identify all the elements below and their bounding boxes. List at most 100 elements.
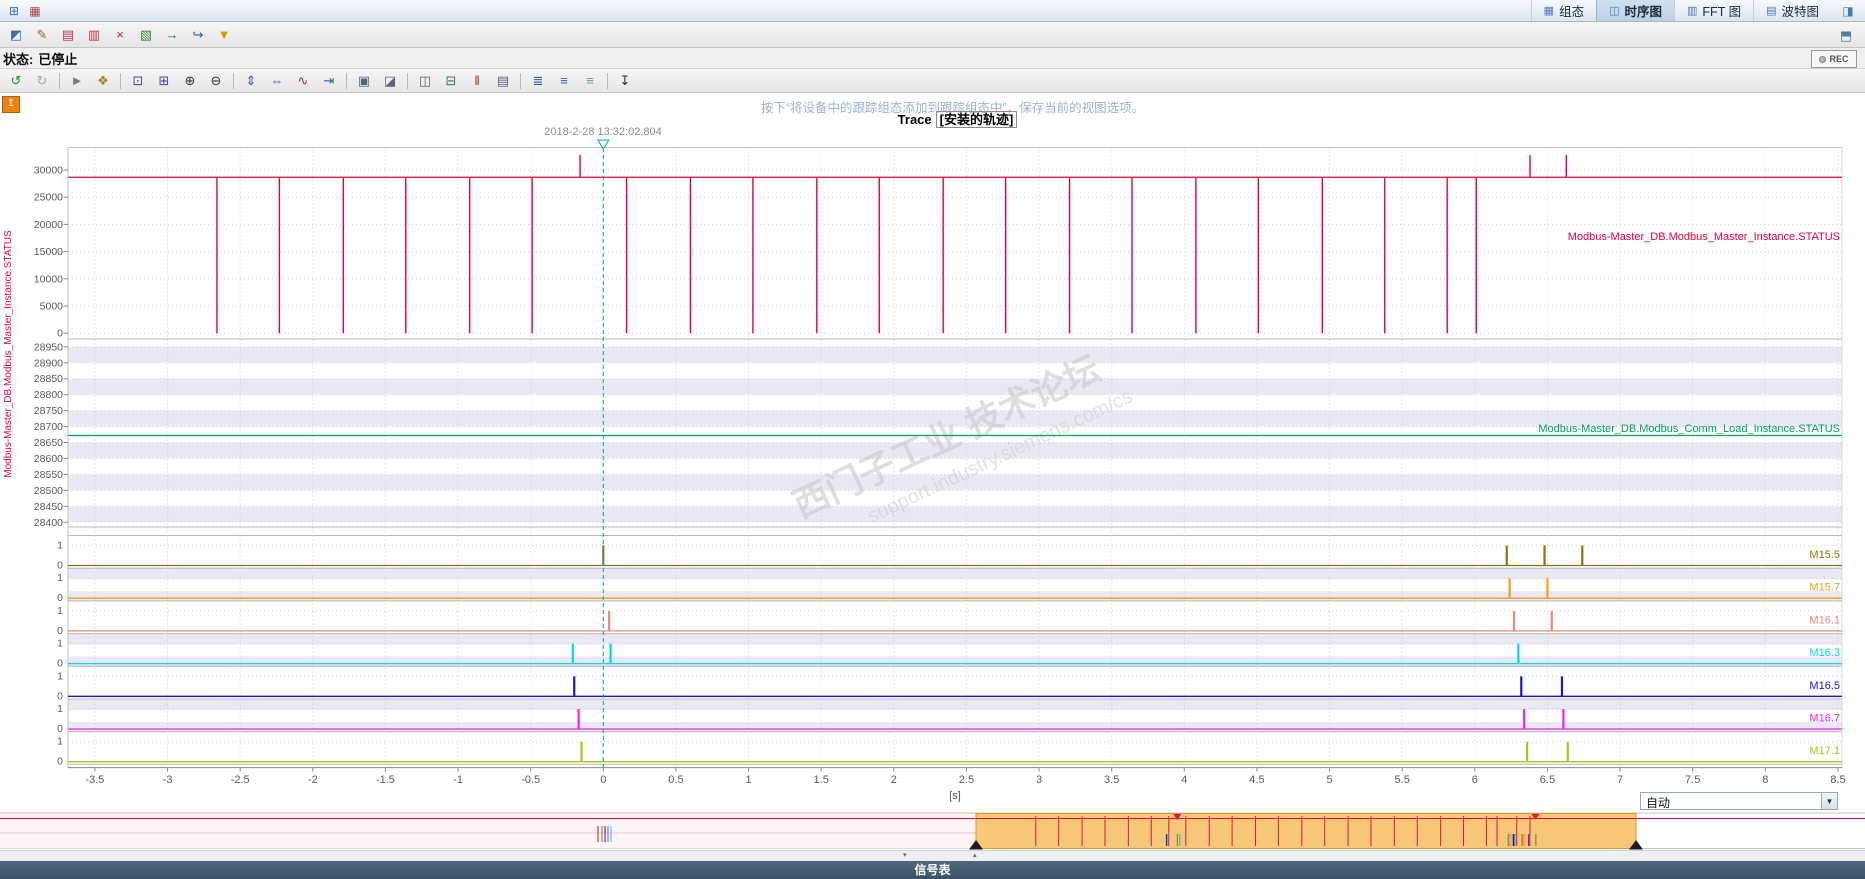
tab-timing-diagram[interactable]: ◫ 时序图 [1596,0,1675,21]
x-tick-label: 1.5 [814,774,829,786]
chart-title: Trace [安装的轨迹] [0,109,1865,128]
signal-label: M17.1 [1809,745,1840,757]
stripe-band [68,699,1842,710]
x-tick-label: 3 [1036,774,1042,786]
y-tick-label: 28800 [34,389,63,401]
measure-vertical-icon[interactable]: ◫ [413,70,437,92]
zoom-out-icon[interactable]: ⊖ [204,70,228,92]
tab-label: FFT 图 [1702,5,1742,19]
y-tick-label: 1 [57,736,63,748]
x-tick-label: 3.5 [1104,774,1119,786]
y-tick-label: 15000 [34,246,63,258]
y-tick-label: 1 [57,605,63,617]
x-tick-label: 0.5 [668,774,683,786]
edit-signals-icon[interactable]: ✎ [30,24,54,46]
trace-tasks-icon[interactable]: ⊞ [5,3,23,19]
legend-numbered-icon[interactable]: ≣ [526,70,550,92]
x-unit-label: [s] [949,790,961,802]
y-tick-label: 28500 [34,485,63,497]
rec-label: REC [1829,54,1849,64]
tab-configuration[interactable]: ▦ 组态 [1530,0,1596,21]
zoom-in-icon[interactable]: ⊕ [178,70,202,92]
tab-label: 时序图 [1624,5,1663,19]
y-tick-label: 28900 [34,357,63,369]
trace-toolbar: ◩ ✎ ▤ ▥ × ▧ → ↪ ▼ ⬒ [0,22,1865,48]
signal-table-bar[interactable]: 信号表 [0,861,1865,879]
cursor-measure-icon[interactable]: ‖ [465,70,489,92]
splitter-collapse-icon[interactable]: ▾ [903,851,907,861]
y-tick-label: 28600 [34,453,63,465]
y-tick-label: 1 [57,638,63,650]
y-tick-label: 1 [57,703,63,715]
x-tick-label: 2.5 [959,774,974,786]
measure-horizontal-icon[interactable]: ⊟ [439,70,463,92]
window-dock-icon[interactable]: ◨ [1839,3,1857,19]
y-tick-label: 5000 [40,301,64,313]
zoom-time-region-icon[interactable]: ⊞ [152,70,176,92]
tab-fft-diagram[interactable]: ▥ FFT 图 [1674,0,1753,21]
rec-dot-icon [1819,55,1827,63]
import-measurement-icon[interactable]: ↪ [186,24,210,46]
legend-left-icon[interactable]: ≡ [552,70,576,92]
x-tick-label: 7.5 [1685,774,1700,786]
save-view-icon[interactable]: ↧ [613,70,637,92]
legend-right-icon[interactable]: ≡ [578,70,602,92]
trace-compare-icon[interactable]: ◩ [4,24,28,46]
signal-label: M15.7 [1809,582,1840,594]
maximize-pane-icon[interactable]: ↥ [2,96,20,113]
zoom-region-icon[interactable]: ⊡ [126,70,150,92]
y-tick-label: 28650 [34,437,63,449]
y-tick-label: 28750 [34,405,63,417]
time-range-select[interactable]: 自动 ▼ [1640,792,1838,810]
back-view-icon[interactable]: ↺ [4,70,28,92]
scale-y-100-icon[interactable]: ⇕ [239,70,263,92]
autoscale-icon[interactable]: ∿ [291,70,315,92]
trace-toolbar-right: ⬒ [1833,25,1859,47]
x-tick-label: -3.5 [85,774,104,786]
stripe-band [68,722,1842,732]
trace-chart-icon[interactable]: ▤ [56,24,80,46]
stripe-band [68,346,1842,363]
filter-icon[interactable]: ▼ [212,24,236,46]
scale-x-100-icon[interactable]: ⇔ [265,70,289,92]
x-tick-label: -0.5 [521,774,540,786]
tabbar-spacer [49,0,1531,21]
y-tick-label: 0 [57,592,63,604]
tab-label: 组态 [1559,5,1585,19]
stripe-band [68,633,1842,645]
stripe-band [68,378,1842,395]
y-tick-label: 0 [57,658,63,670]
detach-view-icon[interactable]: ⬒ [1834,25,1858,47]
y-tick-label: 1 [57,670,63,682]
splitter-expand-icon[interactable]: ▴ [973,851,977,861]
view-tabs: ▦ 组态 ◫ 时序图 ▥ FFT 图 ▤ 波特图 [1530,0,1831,21]
horizontal-splitter[interactable]: ▾ ▴ [0,850,1865,861]
trace-chart-add-icon[interactable]: ▥ [82,24,106,46]
pan-mode-icon[interactable]: ❖ [91,70,115,92]
signal-label: Modbus-Master_DB.Modbus_Master_Instance.… [1568,231,1840,243]
snapshot-icon[interactable]: ▣ [352,70,376,92]
measurement-list-icon[interactable]: ▦ [26,3,44,19]
overview-toggle-icon[interactable]: ▤ [491,70,515,92]
chart-title-prefix: Trace [897,112,932,127]
forward-view-icon[interactable]: ↻ [30,70,54,92]
add-measurement-icon[interactable]: ▧ [134,24,158,46]
align-trigger-icon[interactable]: ⇥ [317,70,341,92]
x-tick-label: 1 [745,774,751,786]
chart-title-trace-name: [安装的轨迹] [935,111,1018,128]
chevron-down-icon[interactable]: ▼ [1821,793,1837,809]
delete-trace-icon[interactable]: × [108,24,132,46]
export-measurement-icon[interactable]: → [160,24,184,46]
stripe-band [68,591,1842,601]
x-tick-label: 4 [1181,774,1187,786]
toolbar-separator [233,72,234,89]
x-tick-label: -3 [163,774,173,786]
compare-snapshot-icon[interactable]: ◪ [378,70,402,92]
x-tick-label: 0 [600,774,606,786]
y-tick-label: 0 [57,723,63,735]
y-tick-label: 1 [57,540,63,552]
toolbar-separator [59,72,60,89]
rec-indicator[interactable]: REC [1811,50,1857,68]
select-mode-icon[interactable]: ► [65,70,89,92]
tab-bode-diagram[interactable]: ▤ 波特图 [1753,0,1831,21]
